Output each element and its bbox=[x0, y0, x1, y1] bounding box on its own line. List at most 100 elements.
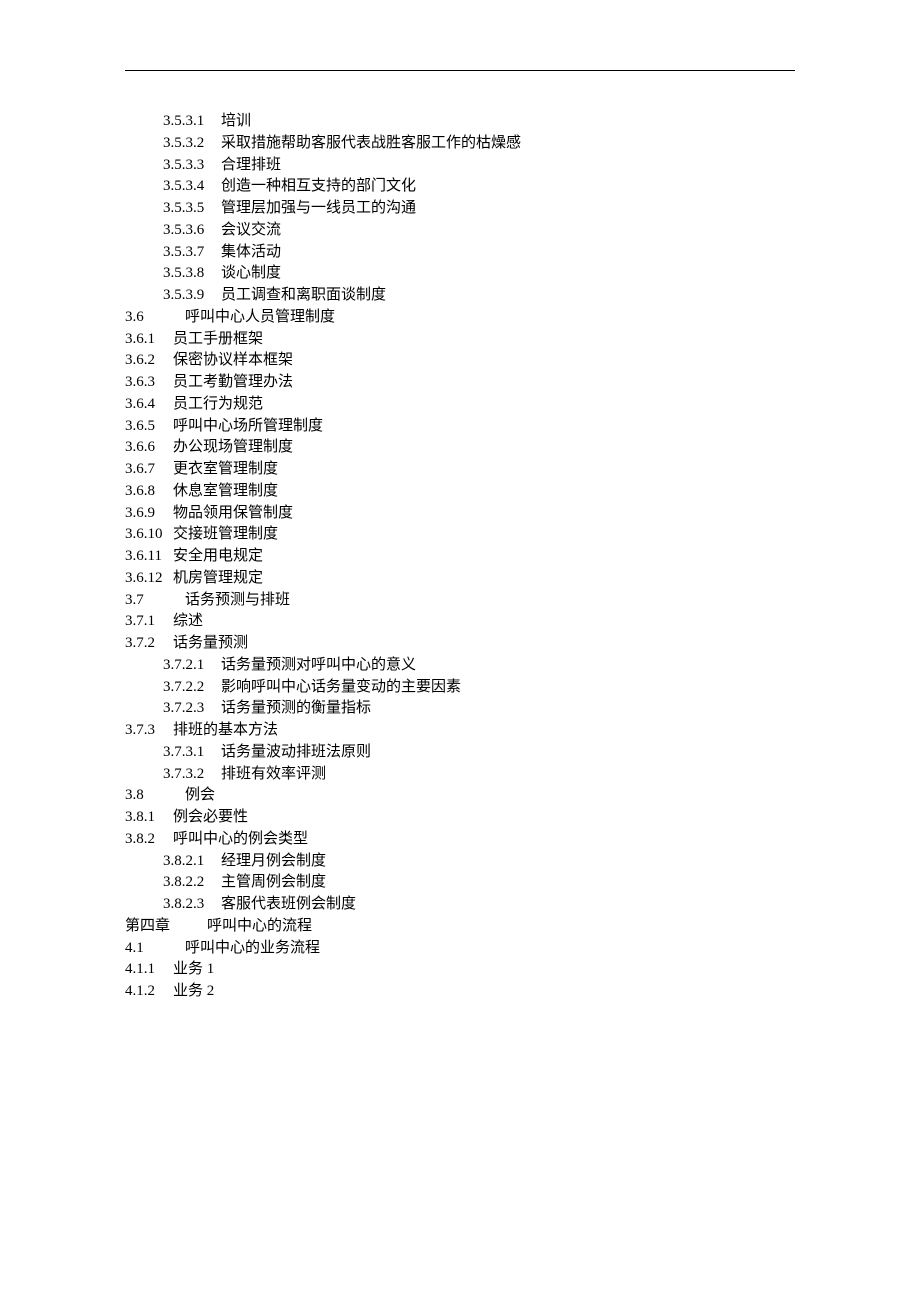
toc-entry-number: 3.6.1 bbox=[125, 329, 173, 351]
toc-entry: 3.5.3.8谈心制度 bbox=[125, 263, 795, 285]
toc-entry-title: 主管周例会制度 bbox=[221, 874, 326, 890]
toc-entry-title: 话务预测与排班 bbox=[185, 592, 290, 608]
toc-entry-number: 3.6.2 bbox=[125, 350, 173, 372]
toc-entry: 3.5.3.7集体活动 bbox=[125, 242, 795, 264]
toc-entry: 3.5.3.3合理排班 bbox=[125, 155, 795, 177]
toc-entry-title: 话务量预测对呼叫中心的意义 bbox=[221, 657, 416, 673]
toc-entry: 3.6.9物品领用保管制度 bbox=[125, 503, 795, 525]
toc-entry: 3.7.2.2影响呼叫中心话务量变动的主要因素 bbox=[125, 677, 795, 699]
toc-entry: 3.6.5呼叫中心场所管理制度 bbox=[125, 416, 795, 438]
toc-entry-number: 3.6.11 bbox=[125, 546, 173, 568]
toc-entry-title: 休息室管理制度 bbox=[173, 483, 278, 499]
toc-entry-title: 经理月例会制度 bbox=[221, 853, 326, 869]
toc-entry: 3.7.3.1话务量波动排班法原则 bbox=[125, 742, 795, 764]
toc-entry-number: 3.5.3.7 bbox=[163, 242, 221, 264]
toc-entry-title: 安全用电规定 bbox=[173, 548, 263, 564]
toc-entry: 3.8例会 bbox=[125, 785, 795, 807]
toc-entry: 3.8.2.2主管周例会制度 bbox=[125, 872, 795, 894]
toc-entry-title: 客服代表班例会制度 bbox=[221, 896, 356, 912]
toc-entry: 3.6.3员工考勤管理办法 bbox=[125, 372, 795, 394]
toc-entry-title: 例会 bbox=[185, 787, 215, 803]
toc-entry-number: 3.5.3.5 bbox=[163, 198, 221, 220]
toc-entry-title: 排班有效率评测 bbox=[221, 766, 326, 782]
toc-entry: 3.7.3排班的基本方法 bbox=[125, 720, 795, 742]
toc-entry-title: 保密协议样本框架 bbox=[173, 352, 293, 368]
toc-entry-title: 呼叫中心的例会类型 bbox=[173, 831, 308, 847]
toc-entry-number: 3.7.2.1 bbox=[163, 655, 221, 677]
toc-entry: 4.1.1业务 1 bbox=[125, 959, 795, 981]
toc-entry: 3.6.1员工手册框架 bbox=[125, 329, 795, 351]
toc-entry-number: 3.6.5 bbox=[125, 416, 173, 438]
toc-entry-title: 呼叫中心人员管理制度 bbox=[185, 309, 335, 325]
toc-entry-title: 话务量预测的衡量指标 bbox=[221, 700, 371, 716]
toc-entry-number: 4.1 bbox=[125, 938, 163, 960]
toc-entry: 3.6.11安全用电规定 bbox=[125, 546, 795, 568]
toc-entry-title: 管理层加强与一线员工的沟通 bbox=[221, 200, 416, 216]
table-of-contents: 3.5.3.1培训3.5.3.2采取措施帮助客服代表战胜客服工作的枯燥感3.5.… bbox=[125, 111, 795, 1003]
toc-entry-number: 3.8.2.2 bbox=[163, 872, 221, 894]
toc-entry-title: 业务 1 bbox=[173, 961, 214, 977]
toc-entry-title: 综述 bbox=[173, 613, 203, 629]
toc-entry: 3.5.3.5管理层加强与一线员工的沟通 bbox=[125, 198, 795, 220]
header-rule bbox=[125, 70, 795, 71]
toc-entry-number: 3.8.2 bbox=[125, 829, 173, 851]
toc-entry: 3.6.7更衣室管理制度 bbox=[125, 459, 795, 481]
toc-entry: 3.6.12机房管理规定 bbox=[125, 568, 795, 590]
toc-entry-number: 3.7.1 bbox=[125, 611, 173, 633]
toc-entry: 3.7.3.2排班有效率评测 bbox=[125, 764, 795, 786]
toc-entry-number: 3.6.12 bbox=[125, 568, 173, 590]
toc-entry-number: 3.5.3.8 bbox=[163, 263, 221, 285]
toc-entry-title: 员工调查和离职面谈制度 bbox=[221, 287, 386, 303]
toc-entry-title: 创造一种相互支持的部门文化 bbox=[221, 178, 416, 194]
toc-entry: 3.5.3.4创造一种相互支持的部门文化 bbox=[125, 176, 795, 198]
toc-entry-number: 3.7.2.3 bbox=[163, 698, 221, 720]
toc-entry-title: 话务量波动排班法原则 bbox=[221, 744, 371, 760]
toc-entry: 3.8.1例会必要性 bbox=[125, 807, 795, 829]
toc-entry-number: 3.6.6 bbox=[125, 437, 173, 459]
toc-entry-number: 3.7.3.2 bbox=[163, 764, 221, 786]
toc-entry-number: 第四章 bbox=[125, 916, 177, 938]
toc-entry: 3.6.8休息室管理制度 bbox=[125, 481, 795, 503]
toc-entry-title: 业务 2 bbox=[173, 983, 214, 999]
toc-entry: 第四章 呼叫中心的流程 bbox=[125, 916, 795, 938]
toc-entry-number: 3.8.2.1 bbox=[163, 851, 221, 873]
toc-entry-number: 3.6.4 bbox=[125, 394, 173, 416]
toc-entry-number: 3.5.3.2 bbox=[163, 133, 221, 155]
toc-entry-title: 集体活动 bbox=[221, 244, 281, 260]
toc-entry-title: 员工手册框架 bbox=[173, 331, 263, 347]
toc-entry-number: 3.7.3 bbox=[125, 720, 173, 742]
toc-entry: 3.5.3.9员工调查和离职面谈制度 bbox=[125, 285, 795, 307]
toc-entry-title: 交接班管理制度 bbox=[173, 526, 278, 542]
toc-entry-number: 3.5.3.1 bbox=[163, 111, 221, 133]
toc-entry-title: 呼叫中心的业务流程 bbox=[185, 940, 320, 956]
toc-entry: 3.8.2.3客服代表班例会制度 bbox=[125, 894, 795, 916]
toc-entry-title: 例会必要性 bbox=[173, 809, 248, 825]
toc-entry: 3.7.1综述 bbox=[125, 611, 795, 633]
toc-entry-number: 3.5.3.6 bbox=[163, 220, 221, 242]
toc-entry: 4.1 呼叫中心的业务流程 bbox=[125, 938, 795, 960]
toc-entry: 4.1.2业务 2 bbox=[125, 981, 795, 1003]
toc-entry-title: 话务量预测 bbox=[173, 635, 248, 651]
toc-entry: 3.6.6办公现场管理制度 bbox=[125, 437, 795, 459]
toc-entry: 3.6.4员工行为规范 bbox=[125, 394, 795, 416]
toc-entry-number: 3.5.3.3 bbox=[163, 155, 221, 177]
toc-entry: 3.7.2话务量预测 bbox=[125, 633, 795, 655]
toc-entry-number: 3.5.3.4 bbox=[163, 176, 221, 198]
toc-entry-number: 4.1.1 bbox=[125, 959, 173, 981]
toc-entry-number: 3.7 bbox=[125, 590, 163, 612]
toc-entry-number: 3.8.1 bbox=[125, 807, 173, 829]
toc-entry: 3.7 话务预测与排班 bbox=[125, 590, 795, 612]
toc-entry: 3.6.10交接班管理制度 bbox=[125, 524, 795, 546]
toc-entry-number: 3.7.3.1 bbox=[163, 742, 221, 764]
toc-entry-title: 合理排班 bbox=[221, 157, 281, 173]
toc-entry: 3.5.3.6会议交流 bbox=[125, 220, 795, 242]
toc-entry-title: 员工考勤管理办法 bbox=[173, 374, 293, 390]
toc-entry-title: 更衣室管理制度 bbox=[173, 461, 278, 477]
toc-entry-number: 3.6.7 bbox=[125, 459, 173, 481]
toc-entry-title: 呼叫中心场所管理制度 bbox=[173, 418, 323, 434]
toc-entry-title: 办公现场管理制度 bbox=[173, 439, 293, 455]
toc-entry-title: 影响呼叫中心话务量变动的主要因素 bbox=[221, 679, 461, 695]
toc-entry-number: 3.6.10 bbox=[125, 524, 173, 546]
toc-entry: 3.6.2保密协议样本框架 bbox=[125, 350, 795, 372]
toc-entry-title: 呼叫中心的流程 bbox=[207, 918, 312, 934]
